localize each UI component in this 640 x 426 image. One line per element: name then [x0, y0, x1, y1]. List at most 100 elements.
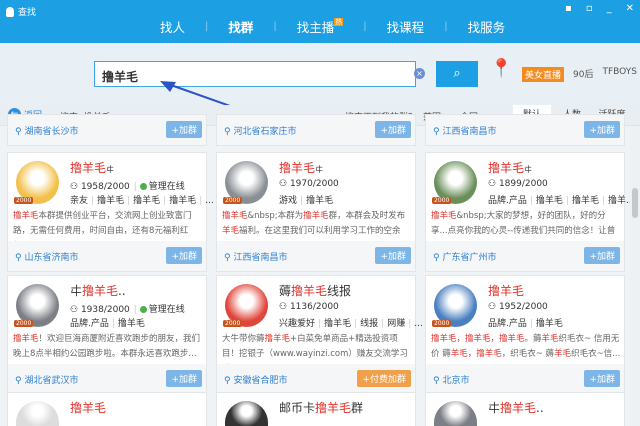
- scrollbar[interactable]: [630, 126, 640, 426]
- group-tag[interactable]: 撸羊毛: [97, 196, 124, 206]
- group-stats: ⚇ 1958/2000 | 管理在线: [70, 179, 185, 192]
- group-avatar[interactable]: [225, 401, 268, 426]
- group-tag[interactable]: 撸羊毛: [324, 319, 351, 329]
- group-name-keyword: 撸羊毛: [488, 161, 525, 175]
- group-name-keyword: 撸羊毛: [82, 284, 119, 298]
- group-tag[interactable]: 撸羊毛: [536, 319, 563, 329]
- card-body: 撸羊毛: [8, 393, 206, 426]
- group-name[interactable]: 撸羊毛: [488, 282, 524, 299]
- group-name[interactable]: 㐄撸羊毛..: [70, 282, 126, 299]
- group-tag[interactable]: 撸羊毛: [118, 319, 145, 329]
- member-count: 1970/2000: [289, 179, 339, 189]
- group-tag[interactable]: 品牌.产品: [488, 196, 527, 206]
- tag-separator: |: [602, 196, 606, 206]
- group-tag[interactable]: ...: [205, 196, 214, 206]
- group-tag[interactable]: 品牌.产品: [70, 319, 109, 329]
- group-card: ⚲ 河北省石家庄市 +加群: [216, 114, 416, 146]
- tab-3[interactable]: 找课程: [367, 17, 445, 36]
- online-dot-icon: [139, 306, 147, 313]
- hot-link-live[interactable]: 美女直播: [522, 67, 565, 82]
- group-card: ⚲ 湖南省长沙市 +加群: [7, 114, 207, 146]
- join-button[interactable]: +加群: [166, 247, 202, 264]
- group-name[interactable]: 邮币卡撸羊毛群: [279, 399, 363, 416]
- group-stats: ⚇ 1952/2000: [488, 302, 548, 312]
- group-tag[interactable]: 网赚: [387, 319, 405, 329]
- group-name[interactable]: 撸羊毛㐄: [279, 159, 323, 176]
- group-name[interactable]: 撸羊毛㐄: [70, 159, 114, 176]
- tab-2[interactable]: 找主播热: [277, 17, 364, 36]
- card-body: 2000 撸羊毛㐄 ⚇ 1958/2000 | 管理在线 亲友 | 撸羊毛 | 撸羊毛 | 撸羊毛 |…: [8, 153, 214, 251]
- join-button[interactable]: +加群: [584, 121, 620, 138]
- group-tag[interactable]: 撸羊毛: [306, 196, 333, 206]
- search-button[interactable]: ⌕: [436, 61, 478, 87]
- group-tag[interactable]: 品牌.产品: [488, 319, 527, 329]
- group-card[interactable]: 撸羊毛: [7, 392, 207, 426]
- description-segment: 撸羊毛: [222, 211, 248, 221]
- member-count: 1938/2000: [80, 305, 130, 315]
- join-button[interactable]: +加群: [166, 121, 202, 138]
- group-name[interactable]: 撸羊毛㐄: [488, 159, 532, 176]
- search-area: 撸羊毛 × ⌕ 📍 美女直播 90后 TFBOYS: [0, 43, 640, 105]
- tag-separator: |: [91, 196, 95, 206]
- tab-0[interactable]: 找人: [140, 17, 205, 36]
- group-card[interactable]: 2000 㐄撸羊毛.. ⚇ 1938/2000 | 管理在线 品牌.产品 | 撸羊毛 撸羊毛！…: [7, 275, 207, 395]
- map-pin-icon[interactable]: 📍: [490, 58, 512, 79]
- group-tag[interactable]: 线报: [360, 319, 378, 329]
- group-name[interactable]: 㐄撸羊毛..: [488, 399, 544, 416]
- paid-join-button[interactable]: +付费加群: [357, 370, 411, 387]
- join-button[interactable]: +加群: [584, 247, 620, 264]
- description-segment: &nbsp;本群为: [247, 211, 304, 221]
- group-name-prefix: 㐄: [70, 284, 83, 298]
- group-avatar[interactable]: [434, 401, 477, 426]
- group-name[interactable]: 薅撸羊毛线报: [279, 282, 351, 299]
- description-segment: 撸羊毛: [303, 211, 329, 221]
- card-body: 2000 㐄撸羊毛.. ⚇ 1938/2000 | 管理在线 品牌.产品 | 撸羊毛 撸羊毛！…: [8, 276, 206, 364]
- group-tag[interactable]: 撸羊毛: [133, 196, 160, 206]
- group-tag[interactable]: 亲友: [70, 196, 88, 206]
- group-card[interactable]: 2000 撸羊毛 ⚇ 1952/2000 品牌.产品 | 撸羊毛 撸羊毛，撸羊毛，撸羊毛。薅…: [425, 275, 625, 395]
- group-card[interactable]: 2000 薅撸羊毛线报 ⚇ 1136/2000 兴趣爱好 | 撸羊毛 | 线报 | 网赚 |... 大…: [216, 275, 423, 395]
- join-button[interactable]: +加群: [584, 370, 620, 387]
- card-body: 2000 薅撸羊毛线报 ⚇ 1136/2000 兴趣爱好 | 撸羊毛 | 线报 | 网赚 |... 大…: [217, 276, 423, 374]
- tag-separator: |: [565, 196, 569, 206]
- join-button[interactable]: +加群: [375, 247, 411, 264]
- feedback-icon[interactable]: ▪: [565, 3, 572, 14]
- description-segment: 撸羊毛: [13, 211, 39, 221]
- card-location: ⚲ 河北省石家庄市: [224, 124, 296, 137]
- admin-online: | 管理在线: [133, 182, 185, 192]
- group-card[interactable]: 㐄撸羊毛..: [425, 392, 625, 426]
- scrollbar-thumb[interactable]: [632, 188, 638, 218]
- group-tag[interactable]: 撸羊毛: [536, 196, 563, 206]
- card-footer: ⚲ 江西省南昌市 +加群: [426, 115, 624, 145]
- tab-1[interactable]: 找群: [208, 17, 273, 48]
- group-tag[interactable]: 撸羊毛: [572, 196, 599, 206]
- group-tag[interactable]: ...: [414, 319, 423, 329]
- close-icon[interactable]: ✕: [626, 3, 634, 14]
- group-avatar[interactable]: [16, 401, 59, 426]
- group-card[interactable]: 2000 撸羊毛㐄 ⚇ 1958/2000 | 管理在线 亲友 | 撸羊毛 | 撸羊毛 | 撸羊毛 |…: [7, 152, 214, 272]
- group-level-icon: 㐄: [524, 165, 533, 174]
- join-button[interactable]: +加群: [166, 370, 202, 387]
- group-name[interactable]: 撸羊毛: [70, 399, 106, 416]
- member-count: 1136/2000: [289, 302, 339, 312]
- group-card[interactable]: 2000 撸羊毛㐄 ⚇ 1970/2000 游戏 | 撸羊毛 撸羊毛&nbsp;本群为撸羊毛…: [216, 152, 416, 272]
- main-nav: 找人 | 找群 | 找主播热 | 找课程 | 找服务: [140, 17, 526, 48]
- tab-4[interactable]: 找服务: [448, 17, 526, 36]
- description-segment: 羊毛: [541, 334, 559, 344]
- group-tag[interactable]: 游戏: [279, 196, 297, 206]
- minimize-icon[interactable]: _: [607, 3, 612, 14]
- members-icon: ⚇: [488, 179, 499, 189]
- join-button[interactable]: +加群: [375, 121, 411, 138]
- group-tag[interactable]: 兴趣爱好: [279, 319, 315, 329]
- card-location: ⚲ 江西省南昌市: [224, 250, 287, 263]
- card-location: ⚲ 江西省南昌市: [433, 124, 496, 137]
- group-card[interactable]: 2000 撸羊毛㐄 ⚇ 1899/2000 品牌.产品 | 撸羊毛 | 撸羊毛 | 撸羊... 撸羊…: [425, 152, 635, 272]
- hot-link-90s[interactable]: 90后: [573, 67, 593, 82]
- skin-icon[interactable]: ▫: [586, 3, 593, 14]
- group-card[interactable]: 邮币卡撸羊毛群: [216, 392, 416, 426]
- members-icon: ⚇: [279, 302, 290, 312]
- members-icon: ⚇: [279, 179, 290, 189]
- clear-icon[interactable]: ×: [414, 68, 425, 79]
- hot-link-tfboys[interactable]: TFBOYS: [602, 67, 637, 82]
- group-tag[interactable]: 撸羊毛: [169, 196, 196, 206]
